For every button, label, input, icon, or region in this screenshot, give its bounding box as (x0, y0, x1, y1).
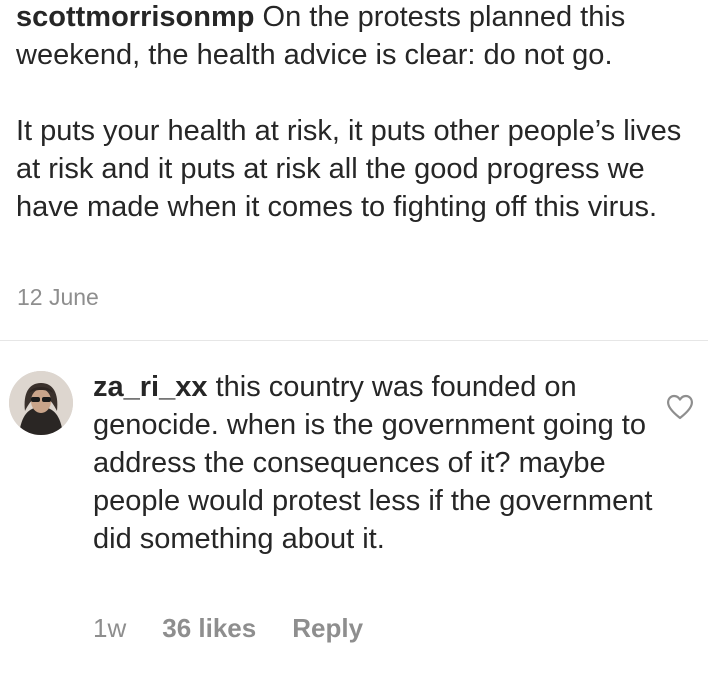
likes-count[interactable]: 36 likes (162, 613, 256, 644)
comment-meta: 1w 36 likes Reply (93, 613, 363, 644)
divider (0, 340, 708, 341)
post-caption: scottmorrisonmp On the protests planned … (16, 0, 706, 226)
comment-time: 1w (93, 613, 127, 643)
avatar-image (9, 371, 73, 435)
caption-paragraph-2: It puts your health at risk, it puts oth… (16, 115, 682, 223)
reply-button[interactable]: Reply (292, 613, 363, 644)
post-username[interactable]: scottmorrisonmp (16, 1, 254, 33)
comment-username[interactable]: za_ri_xx (93, 371, 208, 403)
comment-body: za_ri_xx this country was founded on gen… (93, 368, 653, 558)
avatar[interactable] (9, 371, 73, 435)
caption-paragraph-1: scottmorrisonmp On the protests planned … (16, 0, 706, 74)
post-date: 12 June (17, 284, 99, 310)
heart-outline-icon[interactable] (666, 394, 694, 420)
